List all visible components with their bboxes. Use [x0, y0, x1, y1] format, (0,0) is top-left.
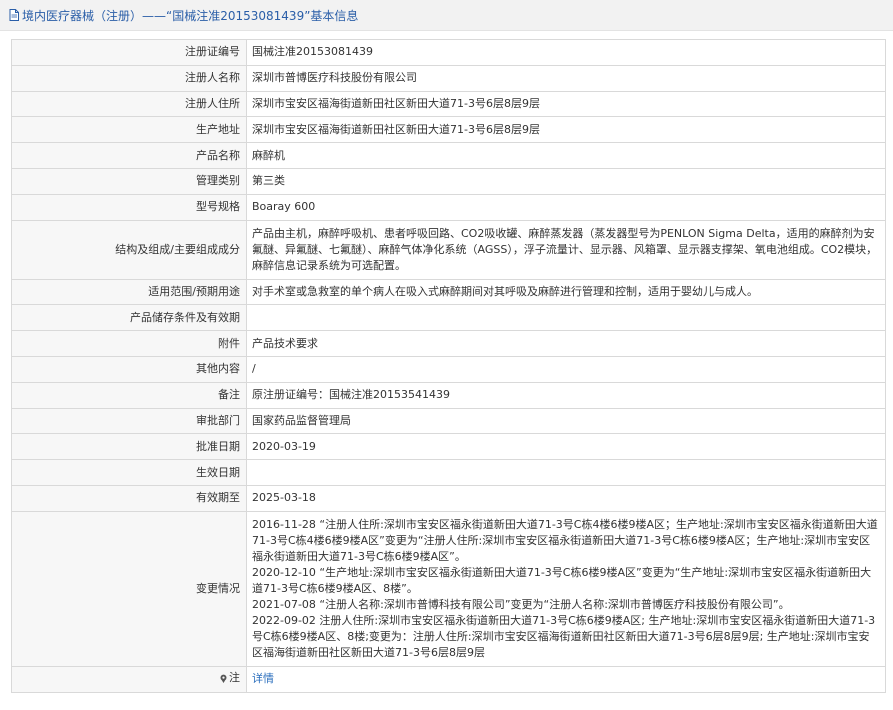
table-row: 注册人名称 深圳市普博医疗科技股份有限公司 [11, 64, 886, 92]
table-row: 注册人住所 深圳市宝安区福海街道新田社区新田大道71-3号6层8层9层 [11, 90, 886, 118]
document-icon [9, 9, 19, 21]
field-value: 深圳市普博医疗科技股份有限公司 [246, 64, 886, 92]
table-row: 适用范围/预期用途 对手术室或急救室的单个病人在吸入式麻醉期间对其呼吸及麻醉进行… [11, 278, 886, 306]
field-value: 产品由主机，麻醉呼吸机、患者呼吸回路、CO2吸收罐、麻醉蒸发器（蒸发器型号为PE… [246, 219, 886, 280]
field-value: 国械注准20153081439 [246, 39, 886, 66]
field-value: 深圳市宝安区福海街道新田社区新田大道71-3号6层8层9层 [246, 116, 886, 144]
table-row: 备注 原注册证编号：国械注准20153541439 [11, 381, 886, 409]
field-label: 生产地址 [11, 116, 247, 144]
note-label-cell: 注 [11, 665, 247, 693]
table-row: 产品储存条件及有效期 [11, 304, 886, 332]
table-row: 附件 产品技术要求 [11, 330, 886, 357]
field-label: 有效期至 [11, 484, 247, 512]
field-value: 麻醉机 [246, 142, 886, 169]
field-label: 附件 [11, 330, 247, 357]
table-row-changes: 变更情况 2016-11-28 “注册人住所:深圳市宝安区福永街道新田大道71-… [11, 510, 886, 667]
table-row: 生效日期 [11, 459, 886, 486]
page-title: 境内医疗器械（注册）——“国械注准20153081439”基本信息 [22, 8, 359, 23]
field-label: 适用范围/预期用途 [11, 278, 247, 306]
field-value: 第三类 [246, 167, 886, 195]
details-link[interactable]: 详情 [252, 672, 274, 685]
detail-table: 注册证编号 国械注准20153081439 注册人名称 深圳市普博医疗科技股份有… [11, 39, 886, 693]
field-label: 备注 [11, 381, 247, 409]
table-row: 产品名称 麻醉机 [11, 142, 886, 169]
table-row: 注册证编号 国械注准20153081439 [11, 39, 886, 66]
change-history: 2016-11-28 “注册人住所:深圳市宝安区福永街道新田大道71-3号C栋4… [246, 510, 886, 667]
change-entry: 2021-07-08 “注册人名称:深圳市普博科技有限公司”变更为“注册人名称:… [252, 597, 790, 611]
table-row: 有效期至 2025-03-18 [11, 484, 886, 512]
field-label: 变更情况 [11, 510, 247, 667]
field-label: 其他内容 [11, 355, 247, 383]
field-value: 原注册证编号：国械注准20153541439 [246, 381, 886, 409]
field-label: 审批部门 [11, 407, 247, 435]
field-label: 注册人住所 [11, 90, 247, 118]
table-row: 结构及组成/主要组成成分 产品由主机，麻醉呼吸机、患者呼吸回路、CO2吸收罐、麻… [11, 219, 886, 280]
change-entry: 2016-11-28 “注册人住所:深圳市宝安区福永街道新田大道71-3号C栋4… [252, 517, 878, 563]
field-label: 注册证编号 [11, 39, 247, 66]
note-label: 注 [229, 671, 240, 685]
table-row: 审批部门 国家药品监督管理局 [11, 407, 886, 435]
field-label: 管理类别 [11, 167, 247, 195]
change-entry: 2020-12-10 “生产地址:深圳市宝安区福永街道新田大道71-3号C栋6楼… [252, 565, 872, 595]
change-entry: 2022-09-02 注册人住所:深圳市宝安区福永街道新田大道71-3号C栋6楼… [252, 613, 876, 659]
field-label: 注册人名称 [11, 64, 247, 92]
table-row: 型号规格 Boaray 600 [11, 193, 886, 221]
pin-icon [219, 674, 228, 683]
field-label: 批准日期 [11, 433, 247, 461]
table-row: 批准日期 2020-03-19 [11, 433, 886, 461]
field-value: / [246, 355, 886, 383]
field-value: 2025-03-18 [246, 484, 886, 512]
table-row: 生产地址 深圳市宝安区福海街道新田社区新田大道71-3号6层8层9层 [11, 116, 886, 144]
field-value [246, 459, 886, 486]
field-value [246, 304, 886, 332]
field-value: 国家药品监督管理局 [246, 407, 886, 435]
note-value: 详情 [246, 665, 886, 693]
field-label: 生效日期 [11, 459, 247, 486]
field-value: 对手术室或急救室的单个病人在吸入式麻醉期间对其呼吸及麻醉进行管理和控制，适用于婴… [246, 278, 886, 306]
field-label: 型号规格 [11, 193, 247, 221]
table-row: 管理类别 第三类 [11, 167, 886, 195]
field-value: 产品技术要求 [246, 330, 886, 357]
page-header: 境内医疗器械（注册）——“国械注准20153081439”基本信息 [0, 0, 893, 31]
field-value: 深圳市宝安区福海街道新田社区新田大道71-3号6层8层9层 [246, 90, 886, 118]
field-label: 结构及组成/主要组成成分 [11, 219, 247, 280]
field-value: 2020-03-19 [246, 433, 886, 461]
table-row: 其他内容 / [11, 355, 886, 383]
field-label: 产品储存条件及有效期 [11, 304, 247, 332]
table-row-note: 注 详情 [11, 665, 886, 693]
field-label: 产品名称 [11, 142, 247, 169]
field-value: Boaray 600 [246, 193, 886, 221]
